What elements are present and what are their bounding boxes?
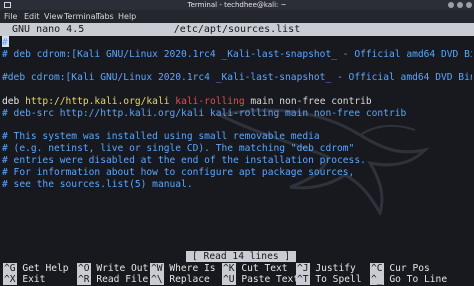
shortcut-label: To Spell bbox=[309, 274, 362, 285]
shortcut-replace[interactable]: ^\ Replace bbox=[150, 274, 210, 285]
comment-line: # see the sources.list(5) manual. bbox=[2, 178, 193, 190]
window-title: Terminal - techdhee@kali: ~ bbox=[187, 1, 287, 9]
menu-bar: File Edit View Terminal Tabs Help bbox=[0, 10, 474, 23]
shortcut-label: Cut Text bbox=[235, 263, 288, 274]
shortcut-cur-pos[interactable]: ^C Cur Pos bbox=[370, 263, 430, 274]
shortcut-label: Read File bbox=[90, 274, 149, 285]
editor-line: deb http://http.kali.org/kali kali-rolli… bbox=[2, 96, 472, 108]
editor-line: # This system was installed using small … bbox=[2, 131, 472, 143]
editor-line: # deb cdrom:[Kali GNU/Linux 2020.1rc4 _K… bbox=[2, 49, 472, 61]
shortcut-label: Where Is bbox=[163, 263, 216, 274]
editor-line: # (e.g. netinst, live or single CD). The… bbox=[2, 143, 472, 155]
shortcut-to-spell[interactable]: ^T To Spell bbox=[296, 274, 362, 285]
menu-tabs[interactable]: Tabs bbox=[96, 10, 114, 23]
shortcut-key: ^X bbox=[3, 274, 17, 285]
shortcut-label: Get Help bbox=[16, 263, 69, 274]
menu-file[interactable]: File bbox=[4, 10, 17, 23]
shortcut-write-out[interactable]: ^O Write Out bbox=[77, 263, 148, 274]
shortcut-label: Justify bbox=[309, 263, 356, 274]
repo-components: main non-free contrib bbox=[250, 95, 372, 107]
shortcut-key: ^K bbox=[222, 263, 236, 274]
terminal-icon bbox=[4, 2, 11, 8]
menu-edit[interactable]: Edit bbox=[24, 10, 40, 23]
shortcut-label: Write Out bbox=[90, 263, 149, 274]
comment-line: #deb cdrom:[Kali GNU/Linux 2020.1rc4 _Ka… bbox=[2, 72, 472, 84]
shortcut-label: Go To Line bbox=[383, 274, 448, 285]
shortcut-key: ^C bbox=[370, 263, 384, 274]
window-titlebar: Terminal - techdhee@kali: ~ bbox=[0, 0, 474, 10]
editor-line: # entries were disabled at the end of th… bbox=[2, 155, 472, 167]
shortcut-get-help[interactable]: ^G Get Help bbox=[3, 263, 69, 274]
comment-line: # This system was installed using small … bbox=[2, 131, 320, 143]
comment-line: # entries were disabled at the end of th… bbox=[2, 154, 366, 166]
shortcut-label: Replace bbox=[163, 274, 210, 285]
shortcut-bar: ^G Get Help ^X Exit ^O Write Out ^R Read Fi… bbox=[0, 263, 474, 286]
comment-line: # (e.g. netinst, live or single CD). The… bbox=[2, 143, 355, 155]
comment-line: # deb cdrom:[Kali GNU/Linux 2020.1rc4 _K… bbox=[2, 48, 472, 60]
shortcut-label: Exit bbox=[16, 274, 46, 285]
editor-line: # For information about how to configure… bbox=[2, 167, 472, 179]
shortcut-key: ^U bbox=[222, 274, 236, 285]
comment-line: # bbox=[2, 37, 8, 48]
shortcut-read-file[interactable]: ^R Read File bbox=[77, 274, 148, 285]
shortcut-label: Cur Pos bbox=[383, 263, 430, 274]
shortcut-key: ^\ bbox=[150, 274, 164, 285]
shortcut-label: Paste Text bbox=[235, 274, 300, 285]
comment-line: # deb-src http://http.kali.org/kali kali… bbox=[2, 107, 407, 119]
nano-header-bar: GNU nano 4.5 /etc/apt/sources.list bbox=[0, 23, 474, 36]
shortcut-exit[interactable]: ^X Exit bbox=[3, 274, 45, 285]
window-maximize-icon[interactable] bbox=[457, 2, 463, 8]
shortcut-key: ^G bbox=[3, 263, 17, 274]
status-message: [ Read 14 lines ] bbox=[186, 251, 297, 262]
deb-keyword: deb bbox=[2, 95, 20, 107]
editor-line: #deb cdrom:[Kali GNU/Linux 2020.1rc4 _Ka… bbox=[2, 72, 472, 84]
window-close-icon[interactable] bbox=[466, 2, 472, 8]
editor-line: # see the sources.list(5) manual. bbox=[2, 179, 472, 191]
distribution-name: kali-rolling bbox=[175, 95, 245, 107]
file-name: /etc/apt/sources.list bbox=[173, 24, 301, 35]
editor-line: # deb-src http://http.kali.org/kali kali… bbox=[2, 108, 472, 120]
repo-url: http://http.kali.org/kali bbox=[25, 95, 170, 107]
editor-line: # bbox=[2, 37, 472, 49]
menu-terminal[interactable]: Terminal bbox=[64, 10, 98, 23]
shortcut-where-is[interactable]: ^W Where Is bbox=[150, 263, 216, 274]
shortcut-justify[interactable]: ^J Justify bbox=[296, 263, 356, 274]
shortcut-key: ^J bbox=[296, 263, 310, 274]
menu-view[interactable]: View bbox=[44, 10, 63, 23]
window-minimize-icon[interactable] bbox=[448, 2, 454, 8]
shortcut-key: ^R bbox=[77, 274, 91, 285]
shortcut-paste-text[interactable]: ^U Paste Text bbox=[222, 274, 299, 285]
editor-content[interactable]: # # deb cdrom:[Kali GNU/Linux 2020.1rc4 _… bbox=[2, 37, 472, 190]
shortcut-go-to-line[interactable]: ^_ Go To Line bbox=[370, 274, 447, 285]
shortcut-cut-text[interactable]: ^K Cut Text bbox=[222, 263, 288, 274]
shortcut-key: ^W bbox=[150, 263, 164, 274]
shortcut-key: ^_ bbox=[370, 274, 384, 285]
shortcut-key: ^T bbox=[296, 274, 310, 285]
shortcut-key: ^O bbox=[77, 263, 91, 274]
menu-help[interactable]: Help bbox=[118, 10, 136, 23]
comment-line: # For information about how to configure… bbox=[2, 166, 355, 178]
